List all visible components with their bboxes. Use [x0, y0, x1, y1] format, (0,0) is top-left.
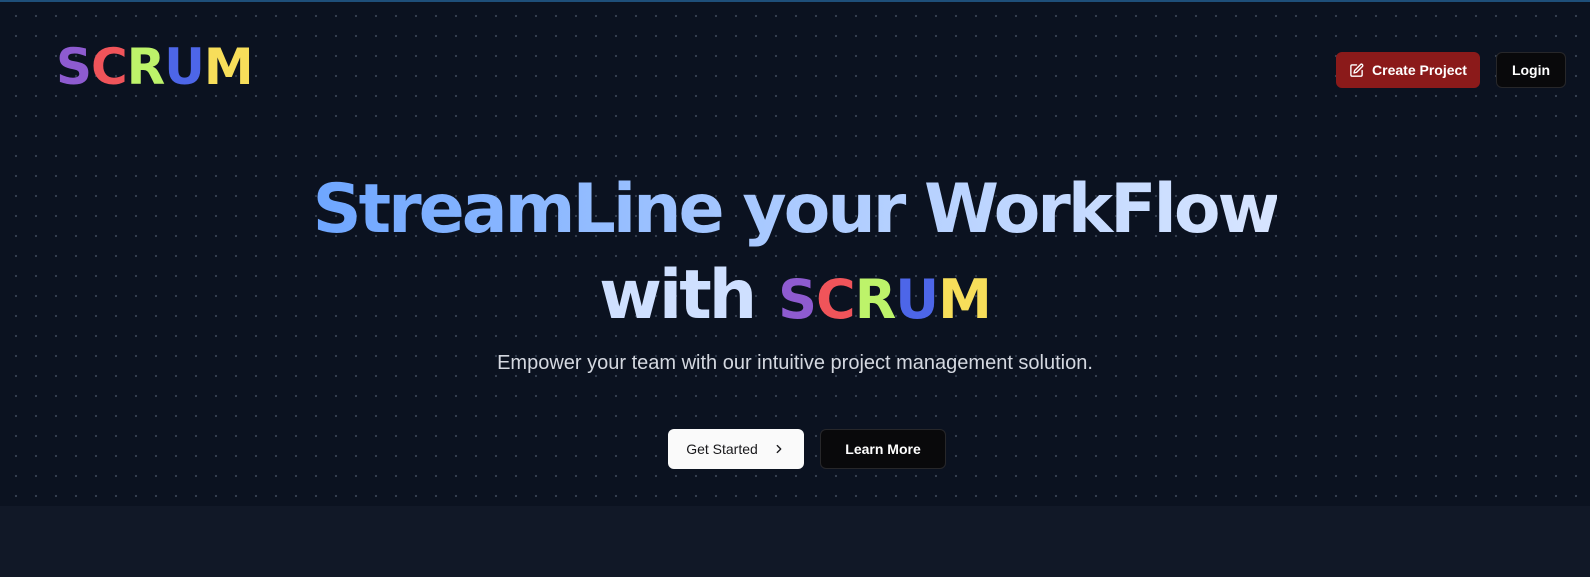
- headline-line-1: StreamLine your WorkFlow: [312, 170, 1281, 249]
- hero-logo-letter-c: C: [816, 268, 856, 331]
- logo-letter-r: R: [126, 38, 166, 96]
- hero-section: S C R U M Create Project Login StreamLin…: [0, 2, 1590, 506]
- hero-logo-letter-u: U: [895, 268, 939, 331]
- create-project-label: Create Project: [1372, 62, 1467, 78]
- hero-headline: StreamLine your WorkFlow with S C R U M: [0, 170, 1590, 335]
- logo-letter-s: S: [56, 38, 92, 96]
- edit-icon: [1350, 63, 1364, 77]
- create-project-button[interactable]: Create Project: [1336, 52, 1480, 88]
- login-button[interactable]: Login: [1496, 52, 1566, 88]
- hero-logo-letter-s: S: [778, 268, 817, 331]
- learn-more-button[interactable]: Learn More: [820, 429, 946, 469]
- lower-section: [0, 506, 1590, 577]
- get-started-label: Get Started: [686, 441, 758, 457]
- hero-logo-letter-r: R: [854, 268, 897, 331]
- hero-tagline: Empower your team with our intuitive pro…: [497, 352, 1093, 374]
- logo-letter-u: U: [164, 38, 205, 96]
- headline-line-2: with S C R U M: [0, 256, 1590, 340]
- scrum-logo[interactable]: S C R U M: [56, 38, 254, 96]
- logo-letter-m: M: [203, 38, 254, 96]
- hero-scrum-logo: S C R U M: [778, 260, 992, 340]
- hero-logo-letter-m: M: [938, 268, 992, 331]
- logo-letter-c: C: [91, 38, 128, 96]
- get-started-button[interactable]: Get Started: [668, 429, 804, 469]
- chevron-right-icon: [776, 444, 782, 454]
- headline-with-word: with: [599, 256, 757, 335]
